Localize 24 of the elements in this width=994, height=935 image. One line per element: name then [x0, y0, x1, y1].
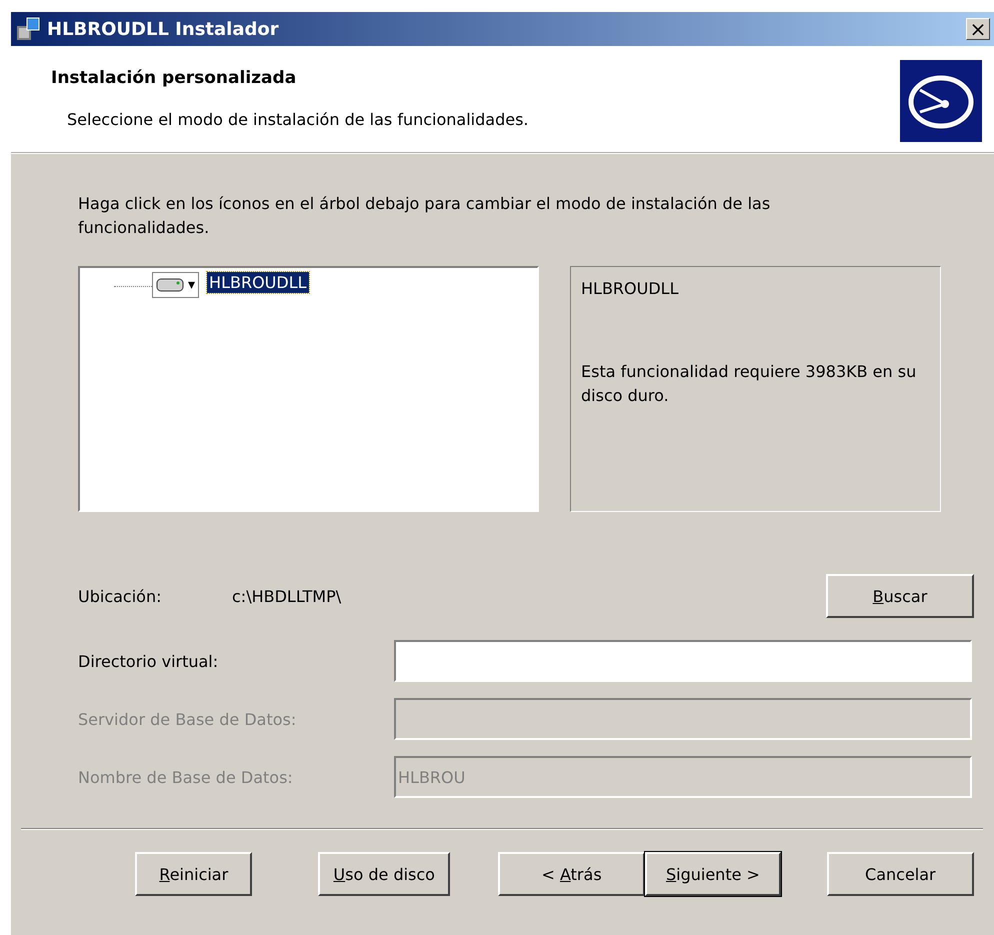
- install-mode-dropdown[interactable]: ▾: [152, 272, 200, 298]
- field-label: Directorio virtual:: [78, 652, 220, 670]
- wizard-button[interactable]: Siguiente >: [645, 852, 781, 896]
- wizard-button[interactable]: Reiniciar: [135, 852, 252, 896]
- feature-name: HLBROUDLL: [581, 279, 680, 298]
- drive-icon: [156, 277, 186, 293]
- feature-description: Esta funcionalidad requiere 3983KB en su disco duro.: [581, 361, 918, 407]
- installer-icon: [15, 16, 41, 42]
- wizard-button[interactable]: < Atrás: [498, 852, 646, 896]
- location-label: Ubicación:: [78, 586, 162, 606]
- close-button[interactable]: ×: [966, 18, 990, 40]
- caret-icon: ▾: [188, 277, 196, 293]
- page-subtitle: Seleccione el modo de instalación de las funcionalidades.: [67, 110, 530, 129]
- wizard-button[interactable]: Cancelar: [826, 852, 974, 896]
- field-label: Servidor de Base de Datos:: [78, 710, 298, 728]
- page-title: Instalación personalizada: [51, 68, 298, 88]
- wizard-button[interactable]: Uso de disco: [318, 852, 450, 896]
- field-label: Nombre de Base de Datos:: [78, 768, 294, 786]
- instructions-text: Haga click en los íconos en el árbol debajo para cambiar el modo de instalación de las funcionalidades.: [78, 193, 772, 239]
- tree-item[interactable]: HLBROUDLL: [207, 272, 309, 293]
- browse-button[interactable]: Buscar: [826, 574, 974, 618]
- window-title: HLBROUDLL Instalador: [47, 18, 280, 40]
- input-field[interactable]: [394, 640, 972, 682]
- location-path: c:\HBDLLTMP\: [232, 586, 342, 606]
